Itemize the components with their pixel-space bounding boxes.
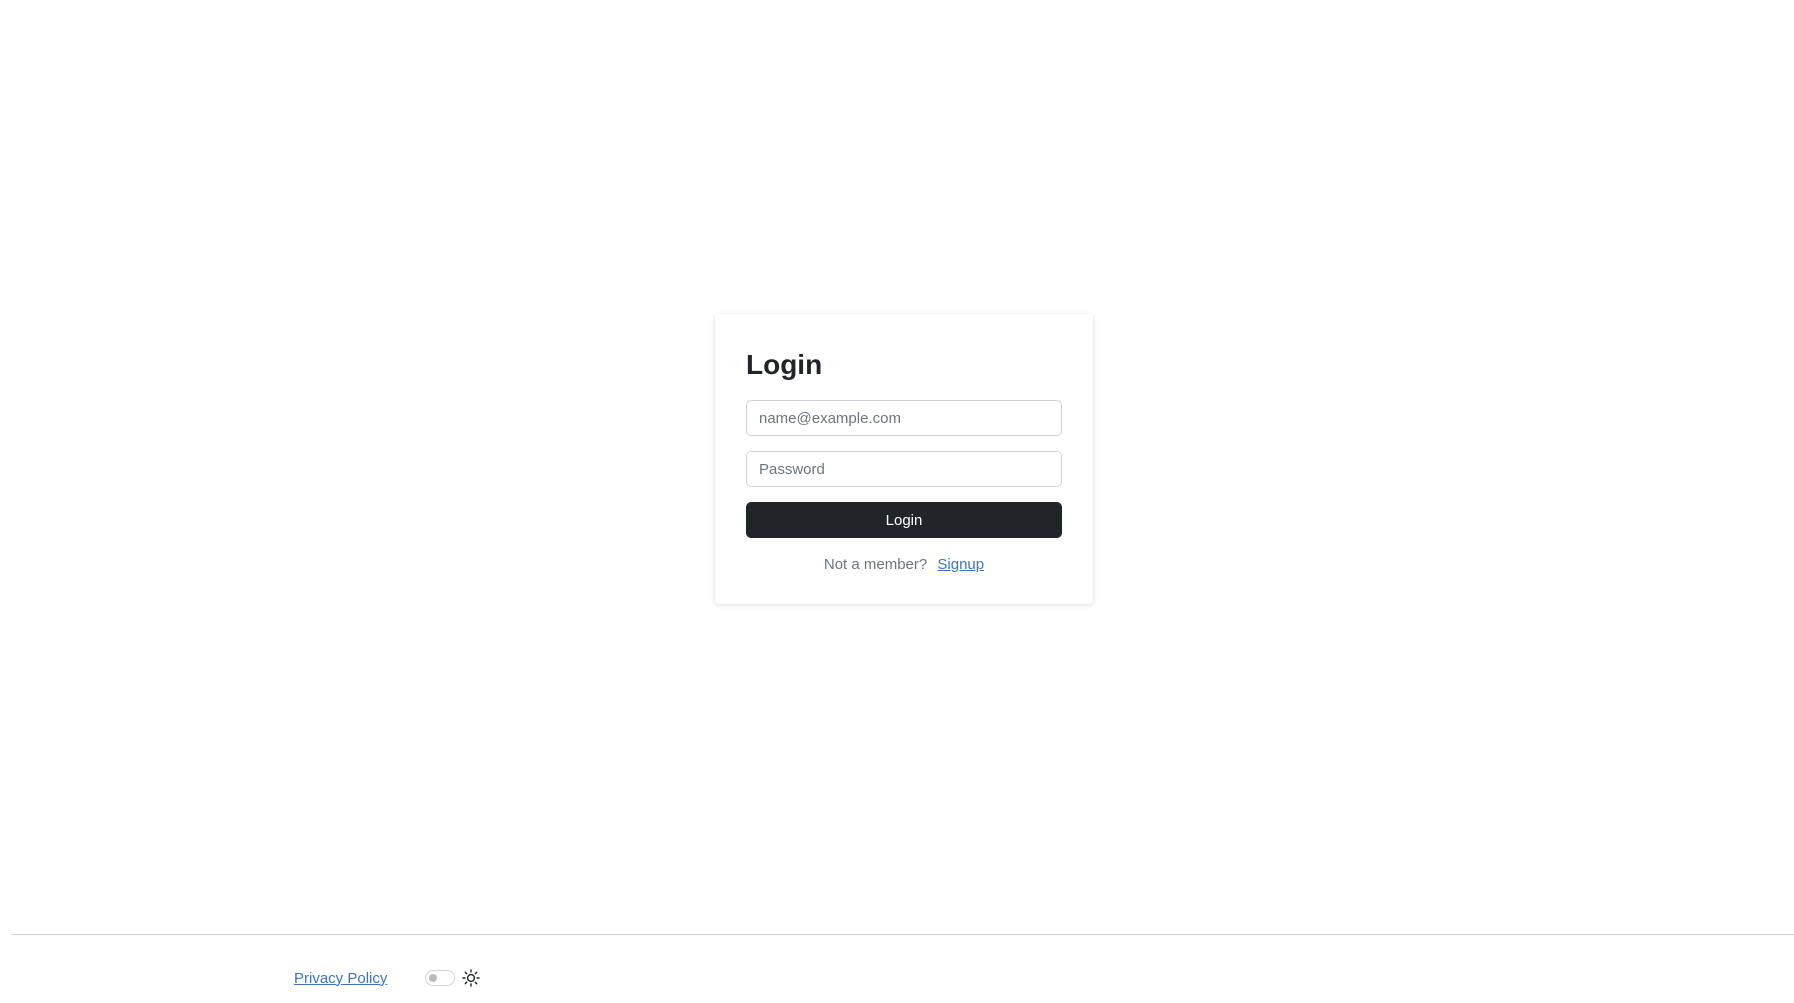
login-card: Login Login Not a member? Signup <box>715 314 1093 604</box>
signup-prompt: Not a member? <box>823 556 928 573</box>
toggle-knob <box>429 974 438 982</box>
password-input[interactable] <box>746 451 1062 487</box>
footer-divider <box>11 934 1794 935</box>
signup-row: Not a member? Signup <box>746 556 1062 573</box>
page: Login Login Not a member? Signup Privacy… <box>0 0 1794 1003</box>
email-input[interactable] <box>746 400 1062 436</box>
login-button[interactable]: Login <box>746 502 1062 538</box>
privacy-policy-link[interactable]: Privacy Policy <box>294 970 387 987</box>
login-title: Login <box>746 349 823 381</box>
footer: Privacy Policy <box>294 966 481 990</box>
theme-toggle-switch[interactable] <box>425 970 456 986</box>
signup-link[interactable]: Signup <box>937 556 984 573</box>
sun-icon <box>461 968 481 988</box>
